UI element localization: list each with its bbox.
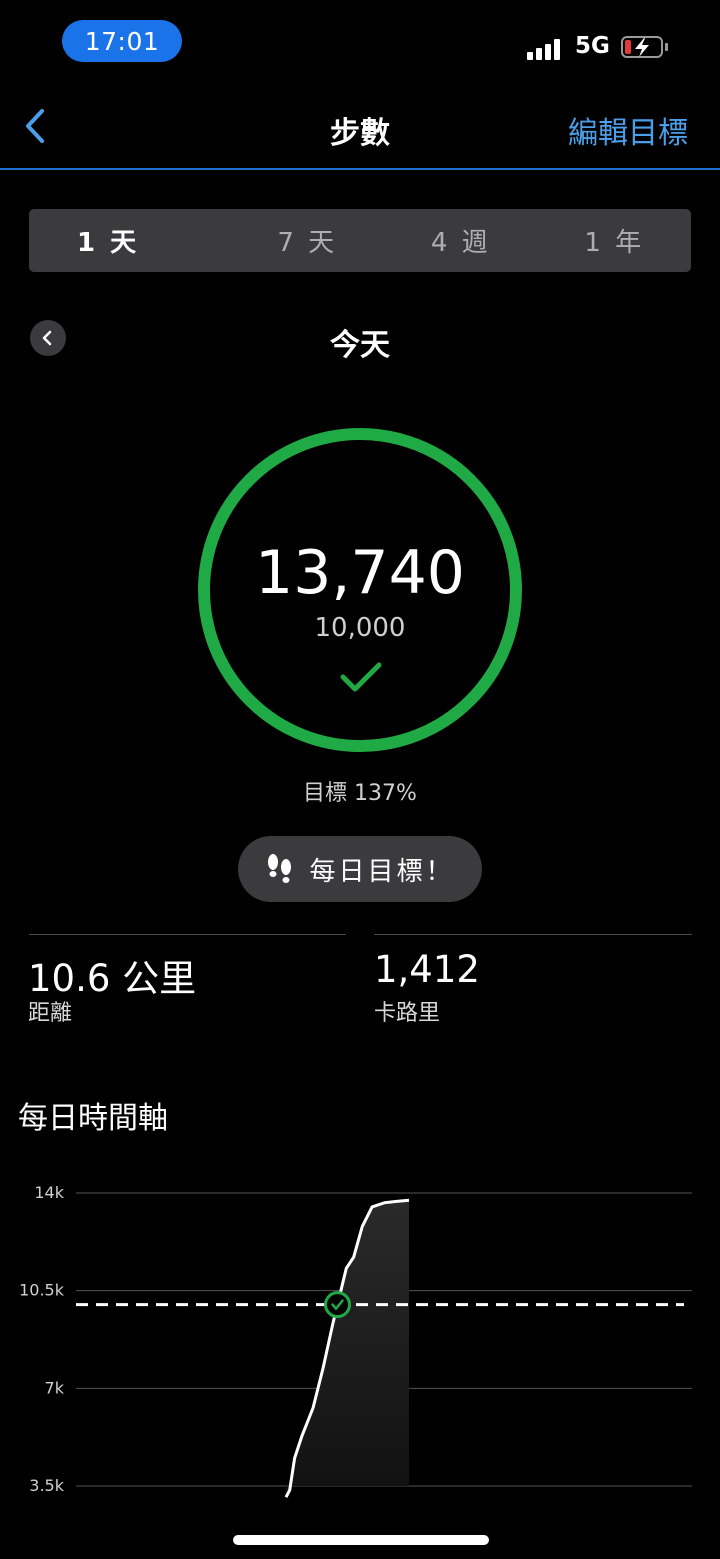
home-indicator: [233, 1535, 489, 1545]
daily-goal-badge[interactable]: 每日目標！: [238, 836, 482, 902]
chart-area-fill: [286, 1200, 409, 1498]
back-button[interactable]: [18, 106, 58, 146]
checkmark-icon: [340, 662, 382, 692]
steps-goal: 10,000: [314, 613, 406, 643]
tab-1-day[interactable]: 1 天: [29, 209, 231, 272]
badge-label: 每日目標！: [309, 856, 455, 887]
previous-day-button[interactable]: [30, 320, 66, 356]
timeline-title: 每日時間軸: [18, 1101, 168, 1136]
tab-7-days[interactable]: 7 天: [231, 209, 385, 272]
chevron-left-icon: [26, 109, 44, 143]
distance-label: 距離: [28, 1001, 73, 1026]
calories-value: 1,412: [374, 948, 480, 991]
daily-timeline-chart: 14k 10.5k 7k 3.5k: [19, 1183, 692, 1498]
footprints-icon: [268, 854, 292, 883]
chart-y-tick-label: 10.5k: [19, 1281, 65, 1300]
page-title: 步數: [330, 116, 390, 151]
tab-4-weeks[interactable]: 4 週: [384, 209, 538, 272]
day-label: 今天: [330, 328, 390, 363]
calories-label: 卡路里: [374, 1001, 441, 1026]
chart-y-tick-label: 14k: [34, 1183, 64, 1202]
status-time: 17:01: [62, 20, 182, 62]
tab-1-year[interactable]: 1 年: [538, 209, 692, 272]
distance-value: 10.6 公里: [28, 957, 197, 1000]
steps-count: 13,740: [255, 538, 465, 608]
stat-divider: [29, 934, 346, 935]
chart-y-tick-label: 7k: [45, 1378, 65, 1397]
stat-divider: [374, 934, 692, 935]
battery-icon: [621, 35, 669, 59]
edit-goal-button[interactable]: 編輯目標: [568, 108, 688, 152]
period-tabs: 1 天 7 天 4 週 1 年: [29, 209, 691, 272]
signal-icon: [527, 38, 565, 60]
goal-percent: 目標 137%: [303, 781, 417, 806]
chevron-left-icon: [42, 330, 52, 346]
network-label: 5G: [575, 33, 610, 59]
chart-y-tick-label: 3.5k: [29, 1476, 64, 1495]
goal-reached-marker: [324, 1291, 352, 1319]
header-divider: [0, 168, 720, 170]
